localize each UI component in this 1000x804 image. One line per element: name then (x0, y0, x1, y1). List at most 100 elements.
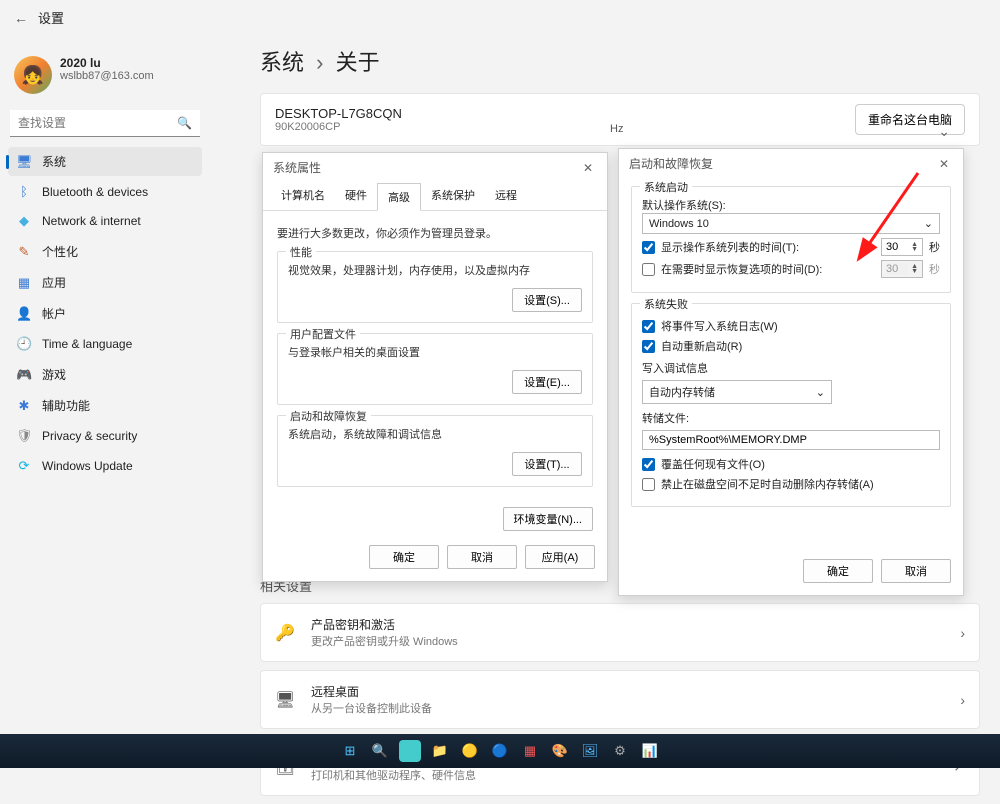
settings-icon[interactable]: ⚙ (609, 740, 631, 762)
app-icon-1[interactable]: ▦ (519, 740, 541, 762)
tab-1[interactable]: 硬件 (335, 182, 377, 210)
related-card-0[interactable]: 🔑产品密钥和激活更改产品密钥或升级 Windows› (260, 603, 980, 662)
startrec-ok-button[interactable]: 确定 (803, 559, 873, 583)
show-recovery-checkbox[interactable] (642, 263, 655, 276)
sidebar-item-5[interactable]: 👤帐户 (8, 299, 202, 328)
nav-icon: ▦ (16, 275, 32, 291)
perf-desc: 视觉效果，处理器计划，内存使用，以及虚拟内存 (288, 262, 582, 278)
startup-settings-button[interactable]: 设置(T)... (512, 452, 582, 476)
no-delete-checkbox[interactable] (642, 478, 655, 491)
sidebar-item-label: Time & language (42, 337, 132, 351)
system-failure-group: 系统失败 将事件写入系统日志(W) 自动重新启动(R) 写入调试信息 自动内存转… (631, 303, 951, 507)
seconds-unit: 秒 (929, 239, 940, 255)
dump-file-label: 转储文件: (642, 410, 940, 426)
nav-icon: 🕘 (16, 336, 32, 352)
explorer-icon[interactable]: 📁 (429, 740, 451, 762)
nav-icon: ◆ (16, 213, 32, 229)
sidebar-item-label: 个性化 (42, 243, 78, 260)
overwrite-checkbox[interactable] (642, 458, 655, 471)
profiles-desc: 与登录帐户相关的桌面设置 (288, 344, 582, 360)
sidebar-item-1[interactable]: ᛒBluetooth & devices (8, 178, 202, 205)
sidebar-item-label: 游戏 (42, 366, 66, 383)
startup-legend: 启动和故障恢复 (286, 408, 371, 424)
close-icon[interactable]: ✕ (935, 157, 953, 171)
close-icon[interactable]: ✕ (579, 161, 597, 175)
system-startup-legend: 系统启动 (640, 179, 692, 195)
system-startup-group: 系统启动 默认操作系统(S): Windows 10 ⌄ 显示操作系统列表的时间… (631, 186, 951, 293)
sidebar-item-8[interactable]: ✱ 辅助功能 (8, 391, 202, 420)
show-os-seconds-input[interactable] (886, 241, 908, 253)
nav-icon: 🖥 (16, 154, 32, 170)
startup-desc: 系统启动，系统故障和调试信息 (288, 426, 582, 442)
write-log-checkbox[interactable] (642, 320, 655, 333)
sidebar-item-3[interactable]: ✎个性化 (8, 237, 202, 266)
paint-icon[interactable]: 🎨 (549, 740, 571, 762)
default-os-value: Windows 10 (649, 218, 709, 230)
chevron-down-icon: ⌄ (816, 386, 825, 399)
search-input[interactable] (10, 110, 200, 137)
app-title: 设置 (38, 8, 64, 27)
back-button[interactable]: ← (14, 10, 28, 26)
show-os-seconds-stepper[interactable]: ▲▼ (881, 238, 923, 256)
sidebar-item-9[interactable]: 🛡Privacy & security (8, 422, 202, 450)
perf-settings-button[interactable]: 设置(S)... (512, 288, 582, 312)
start-icon[interactable]: ⊞ (339, 740, 361, 762)
chevron-right-icon: › (960, 692, 965, 708)
show-os-list-checkbox[interactable] (642, 241, 655, 254)
tab-3[interactable]: 系统保护 (421, 182, 485, 210)
debug-type-select[interactable]: 自动内存转储 ⌄ (642, 380, 832, 404)
photos-icon[interactable]: 🖼 (579, 740, 601, 762)
show-recovery-seconds-stepper: ▲▼ (881, 260, 923, 278)
nav-icon: ✱ (16, 398, 32, 414)
browser-icon[interactable]: 🔵 (489, 740, 511, 762)
startrec-cancel-button[interactable]: 取消 (881, 559, 951, 583)
sidebar-item-label: 辅助功能 (42, 397, 90, 414)
sysprops-title: 系统属性 (273, 159, 321, 176)
related-card-1[interactable]: 🖥远程桌面从另一台设备控制此设备› (260, 670, 980, 729)
startup-group: 启动和故障恢复 系统启动，系统故障和调试信息 设置(T)... (277, 415, 593, 487)
search-icon[interactable]: 🔍 (177, 116, 192, 130)
sysprops-apply-button[interactable]: 应用(A) (525, 545, 595, 569)
no-delete-label: 禁止在磁盘空间不足时自动删除内存转储(A) (661, 476, 874, 492)
tab-2[interactable]: 高级 (377, 183, 421, 211)
sysprops-ok-button[interactable]: 确定 (369, 545, 439, 569)
sidebar-item-0[interactable]: 🖥系统 (8, 147, 202, 176)
avatar: 👧 (14, 56, 52, 94)
nav-icon: 🛡 (16, 428, 32, 444)
task-view-icon[interactable] (399, 740, 421, 762)
sidebar-item-2[interactable]: ◆Network & internet (8, 207, 202, 235)
profile-name: 2020 lu (60, 56, 154, 70)
tab-4[interactable]: 远程 (485, 182, 527, 210)
expand-chevron-1[interactable]: ⌄ (938, 123, 950, 140)
env-vars-button[interactable]: 环境变量(N)... (503, 507, 593, 531)
device-model: 90K20006CP (275, 121, 402, 133)
taskbar: ⊞ 🔍 📁 🟡 🔵 ▦ 🎨 🖼 ⚙ 📊 (0, 734, 1000, 768)
profile-block[interactable]: 👧 2020 lu wslbb87@163.com (8, 50, 202, 100)
profiles-group: 用户配置文件 与登录帐户相关的桌面设置 设置(E)... (277, 333, 593, 405)
profile-email: wslbb87@163.com (60, 70, 154, 82)
dump-file-input[interactable] (642, 430, 940, 450)
startup-recovery-dialog: 启动和故障恢复 ✕ 系统启动 默认操作系统(S): Windows 10 ⌄ 显… (618, 148, 964, 596)
sidebar-item-6[interactable]: 🕘 Time & language (8, 330, 202, 358)
profiles-settings-button[interactable]: 设置(E)... (512, 370, 582, 394)
sidebar-item-4[interactable]: ▦应用 (8, 268, 202, 297)
show-recovery-label: 在需要时显示恢复选项的时间(D): (661, 261, 822, 277)
card-subtitle: 从另一台设备控制此设备 (311, 700, 946, 716)
search-icon[interactable]: 🔍 (369, 740, 391, 762)
tab-0[interactable]: 计算机名 (271, 182, 335, 210)
sidebar-item-7[interactable]: 🎮游戏 (8, 360, 202, 389)
default-os-select[interactable]: Windows 10 ⌄ (642, 213, 940, 234)
card-subtitle: 打印机和其他驱动程序、硬件信息 (311, 767, 939, 783)
sidebar-item-10[interactable]: ⟳Windows Update (8, 452, 202, 480)
app-icon-2[interactable]: 📊 (639, 740, 661, 762)
sysprops-cancel-button[interactable]: 取消 (447, 545, 517, 569)
crumb-system[interactable]: 系统 (260, 50, 304, 75)
seconds-unit: 秒 (929, 261, 940, 277)
show-os-list-label: 显示操作系统列表的时间(T): (661, 239, 799, 255)
auto-restart-checkbox[interactable] (642, 340, 655, 353)
chevron-right-icon: › (960, 625, 965, 641)
chrome-icon[interactable]: 🟡 (459, 740, 481, 762)
debug-type-value: 自动内存转储 (649, 384, 715, 400)
nav-icon: 👤 (16, 306, 32, 322)
sidebar-item-label: Bluetooth & devices (42, 185, 148, 199)
